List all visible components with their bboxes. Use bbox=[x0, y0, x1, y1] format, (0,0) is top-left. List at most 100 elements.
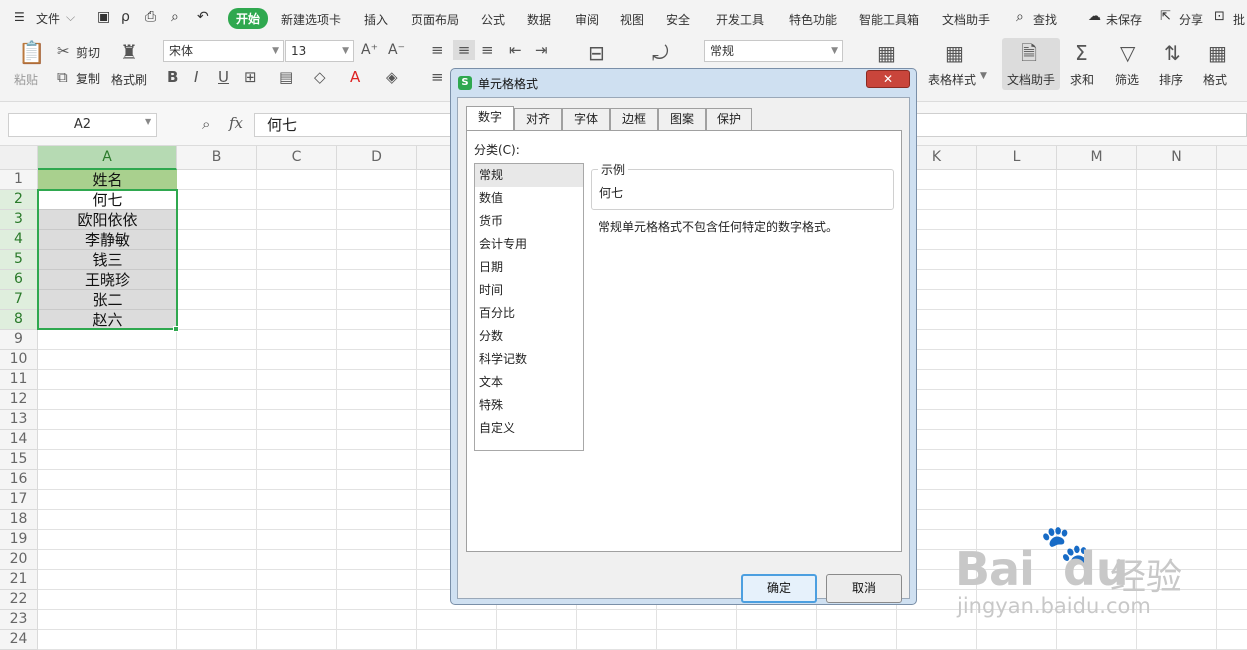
border-icon[interactable]: ⊞ bbox=[244, 69, 257, 85]
menu-file[interactable]: 文件 bbox=[36, 10, 60, 27]
row-header-15[interactable]: 15 bbox=[0, 450, 38, 470]
tab-security[interactable]: 安全 bbox=[666, 11, 690, 28]
print-icon[interactable]: ⎙ bbox=[145, 9, 156, 25]
tab-home[interactable]: 开始 bbox=[228, 8, 269, 29]
tab-doc-assistant[interactable]: 文档助手 bbox=[942, 11, 990, 28]
tab-pattern[interactable]: 图案 bbox=[658, 108, 706, 130]
format-painter-button[interactable]: 格式刷 bbox=[111, 71, 147, 88]
row-header-10[interactable]: 10 bbox=[0, 350, 38, 370]
tab-view[interactable]: 视图 bbox=[620, 11, 644, 28]
sum-icon[interactable]: Σ bbox=[1075, 42, 1088, 64]
cell-style-icon[interactable]: ▤ bbox=[279, 69, 293, 85]
share-button[interactable]: 分享 bbox=[1179, 11, 1203, 28]
tab-new[interactable]: 新建选项卡 bbox=[281, 11, 341, 28]
row-header-24[interactable]: 24 bbox=[0, 630, 38, 650]
font-color-icon[interactable]: A bbox=[350, 69, 360, 85]
tab-protection[interactable]: 保护 bbox=[706, 108, 752, 130]
row-header-20[interactable]: 20 bbox=[0, 550, 38, 570]
list-item[interactable]: 自定义 bbox=[475, 417, 583, 440]
col-header-m[interactable]: M bbox=[1057, 146, 1137, 170]
chevron-down-icon[interactable]: ▼ bbox=[145, 117, 151, 126]
list-item[interactable]: 常规 bbox=[475, 164, 583, 187]
row-header-6[interactable]: 6 bbox=[0, 270, 38, 290]
row-header-11[interactable]: 11 bbox=[0, 370, 38, 390]
list-item[interactable]: 日期 bbox=[475, 256, 583, 279]
row-header-21[interactable]: 21 bbox=[0, 570, 38, 590]
row-header-18[interactable]: 18 bbox=[0, 510, 38, 530]
col-header-c[interactable]: C bbox=[257, 146, 337, 170]
list-item[interactable]: 货币 bbox=[475, 210, 583, 233]
row-header-5[interactable]: 5 bbox=[0, 250, 38, 270]
col-header-n[interactable]: N bbox=[1137, 146, 1217, 170]
row-header-2[interactable]: 2 bbox=[0, 190, 38, 210]
cut-button[interactable]: 剪切 bbox=[76, 44, 100, 61]
sum-button[interactable]: 求和 bbox=[1070, 71, 1094, 88]
list-item[interactable]: 时间 bbox=[475, 279, 583, 302]
col-header-l[interactable]: L bbox=[977, 146, 1057, 170]
row-header-13[interactable]: 13 bbox=[0, 410, 38, 430]
sort-button[interactable]: 排序 bbox=[1159, 71, 1183, 88]
col-header-a[interactable]: A bbox=[38, 146, 177, 170]
clear-format-icon[interactable]: ◈ bbox=[386, 69, 398, 85]
tab-smart-tools[interactable]: 智能工具箱 bbox=[859, 11, 919, 28]
chevron-down-icon[interactable]: ⌵ bbox=[66, 10, 75, 25]
row-header-1[interactable]: 1 bbox=[0, 170, 38, 190]
row-header-17[interactable]: 17 bbox=[0, 490, 38, 510]
row-header-14[interactable]: 14 bbox=[0, 430, 38, 450]
list-item[interactable]: 分数 bbox=[475, 325, 583, 348]
annotate-button[interactable]: 批 bbox=[1233, 11, 1245, 28]
copy-icon[interactable]: ⧉ bbox=[57, 69, 68, 85]
indent-decrease-icon[interactable]: ⇤ bbox=[509, 42, 522, 58]
merge-center-icon[interactable]: ⊟ bbox=[588, 42, 605, 64]
paste-button[interactable]: 粘贴 bbox=[14, 71, 38, 88]
font-size-select[interactable]: 13 ▼ bbox=[285, 40, 354, 62]
fx-icon[interactable]: fx bbox=[229, 114, 243, 132]
tab-font[interactable]: 字体 bbox=[562, 108, 610, 130]
bold-icon[interactable]: B bbox=[167, 69, 178, 85]
row-header-12[interactable]: 12 bbox=[0, 390, 38, 410]
format-icon[interactable]: ▦ bbox=[1208, 42, 1227, 64]
tab-developer[interactable]: 开发工具 bbox=[716, 11, 764, 28]
tab-number[interactable]: 数字 bbox=[466, 106, 514, 131]
row-header-16[interactable]: 16 bbox=[0, 470, 38, 490]
hamburger-icon[interactable]: ☰ bbox=[14, 10, 25, 24]
tab-special[interactable]: 特色功能 bbox=[789, 11, 837, 28]
undo-icon[interactable]: ↶ bbox=[197, 9, 209, 25]
export-pdf-icon[interactable]: ⍴ bbox=[121, 9, 130, 25]
row-header-7[interactable]: 7 bbox=[0, 290, 38, 310]
list-item[interactable]: 特殊 bbox=[475, 394, 583, 417]
number-format-select[interactable]: 常规 ▼ bbox=[704, 40, 843, 62]
fill-color-icon[interactable]: ◇ bbox=[314, 69, 326, 85]
search-icon[interactable]: ⌕ bbox=[1016, 9, 1024, 25]
row-header-19[interactable]: 19 bbox=[0, 530, 38, 550]
tab-insert[interactable]: 插入 bbox=[364, 11, 388, 28]
align-bottom-icon[interactable]: ≡ bbox=[481, 42, 494, 58]
list-item[interactable]: 科学记数 bbox=[475, 348, 583, 371]
list-item[interactable]: 文本 bbox=[475, 371, 583, 394]
filter-button[interactable]: 筛选 bbox=[1115, 71, 1139, 88]
doc-assistant-icon[interactable]: 🗎 bbox=[1021, 42, 1037, 64]
row-header-4[interactable]: 4 bbox=[0, 230, 38, 250]
row-header-8[interactable]: 8 bbox=[0, 310, 38, 330]
zoom-icon[interactable]: ⌕ bbox=[202, 115, 210, 133]
col-header-b[interactable]: B bbox=[177, 146, 257, 170]
table-style-button[interactable]: 表格样式 bbox=[928, 71, 976, 88]
indent-increase-icon[interactable]: ⇥ bbox=[535, 42, 548, 58]
cancel-button[interactable]: 取消 bbox=[826, 574, 902, 603]
align-top-icon[interactable]: ≡ bbox=[431, 42, 444, 58]
paste-icon[interactable]: 📋 bbox=[18, 42, 45, 66]
search-label[interactable]: 查找 bbox=[1033, 11, 1057, 28]
doc-assistant-button[interactable]: 文档助手 bbox=[1007, 71, 1055, 88]
sort-icon[interactable]: ⇅ bbox=[1164, 42, 1181, 64]
tab-formula[interactable]: 公式 bbox=[481, 11, 505, 28]
font-name-select[interactable]: 宋体 ▼ bbox=[163, 40, 284, 62]
format-painter-icon[interactable]: ♜ bbox=[120, 41, 138, 63]
copy-button[interactable]: 复制 bbox=[76, 70, 100, 87]
table-style-icon[interactable]: ▦ bbox=[945, 42, 964, 64]
tab-alignment[interactable]: 对齐 bbox=[514, 108, 562, 130]
tab-page-layout[interactable]: 页面布局 bbox=[411, 11, 459, 28]
category-list[interactable]: 常规 数值 货币 会计专用 日期 时间 百分比 分数 科学记数 文本 特殊 自定… bbox=[474, 163, 584, 451]
list-item[interactable]: 数值 bbox=[475, 187, 583, 210]
scissors-icon[interactable]: ✂ bbox=[57, 43, 70, 59]
italic-icon[interactable]: I bbox=[194, 69, 198, 85]
